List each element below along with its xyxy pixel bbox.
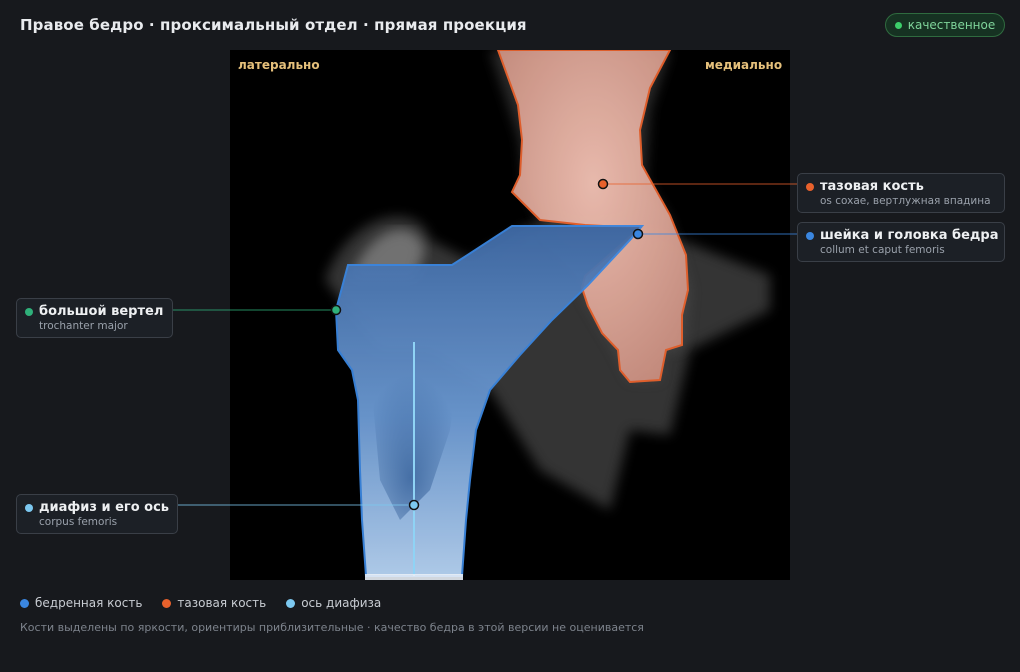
label-trochanter-sub: trochanter major <box>39 320 128 332</box>
xray-viewer[interactable] <box>230 50 790 580</box>
quality-badge-label: качественное <box>907 18 996 32</box>
legend-axis-dot-icon <box>286 598 296 608</box>
quality-badge: качественное <box>885 13 1005 37</box>
legend-femur-label: бедренная кость <box>35 596 143 610</box>
label-pelvis-sub: os coxae, вертлужная впадина <box>820 195 991 207</box>
label-shaft[interactable]: диафиз и его ось corpus femoris <box>16 494 178 534</box>
label-neck-main: шейка и головка бедра <box>820 228 999 243</box>
legend: бедренная кость тазовая кость ось диафиз… <box>20 596 381 610</box>
label-trochanter[interactable]: большой вертел trochanter major <box>16 298 173 338</box>
legend-item-femur: бедренная кость <box>20 596 142 610</box>
label-neck[interactable]: шейка и головка бедра collum et caput fe… <box>797 222 1005 262</box>
xray-image <box>325 50 770 580</box>
footnote: Кости выделены по яркости, ориентиры при… <box>20 621 644 634</box>
legend-femur-dot-icon <box>20 598 29 608</box>
orientation-medial: медиально <box>705 58 783 72</box>
legend-pelvis-dot-icon <box>162 598 172 608</box>
label-pelvis-main: тазовая кость <box>820 179 924 194</box>
label-neck-sub: collum et caput femoris <box>820 244 945 256</box>
label-trochanter-main: большой вертел <box>39 304 164 319</box>
neck-dot-icon <box>806 232 814 240</box>
label-shaft-main: диафиз и его ось <box>39 500 170 515</box>
legend-item-pelvis: тазовая кость <box>162 596 266 610</box>
status-dot-icon <box>894 21 902 29</box>
pelvis-dot-icon <box>806 183 814 191</box>
label-shaft-sub: corpus femoris <box>39 516 118 528</box>
label-pelvis[interactable]: тазовая кость os coxae, вертлужная впади… <box>797 173 1005 213</box>
legend-item-axis: ось диафиза <box>286 596 381 610</box>
page-title: Правое бедро · проксимальный отдел · пря… <box>20 16 527 34</box>
shaft-dot-icon <box>25 504 33 512</box>
orientation-lateral: латерально <box>238 58 320 72</box>
legend-axis-label: ось диафиза <box>301 596 382 610</box>
legend-pelvis-label: тазовая кость <box>177 596 267 610</box>
trochanter-dot-icon <box>25 308 33 316</box>
cut-edge <box>365 574 463 580</box>
